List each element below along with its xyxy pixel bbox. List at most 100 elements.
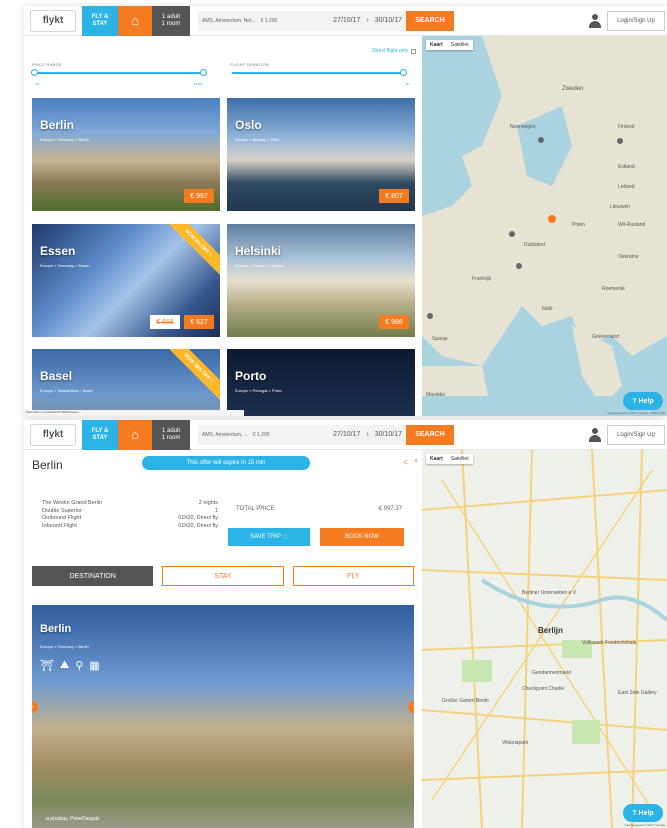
price-max-handle[interactable] — [200, 69, 207, 76]
detail-screen: flykt FLY & STAY ⌂ 1 adult 1 room AMS, Ams… — [24, 420, 667, 828]
budget-field[interactable]: € 1.200 — [261, 18, 278, 24]
card-city: Basel — [40, 369, 73, 383]
save-trip-button[interactable]: SAVE TRIP ♡ — [228, 528, 310, 546]
checkbox[interactable] — [411, 48, 416, 54]
close-icon[interactable]: × — [414, 458, 418, 465]
map-label: Polen — [572, 222, 585, 228]
map-label: Letland — [618, 184, 635, 190]
detail-tabs: DESTINATION STAY FLY — [32, 566, 414, 586]
map-label: East Side Gallery — [618, 690, 657, 696]
satellite-tab[interactable]: Satelliet — [447, 40, 473, 50]
duration-handle[interactable] — [400, 69, 407, 76]
fly-stay-tab[interactable]: FLY & STAY — [82, 6, 118, 36]
summary-row: The Westin Grand Berlin 2 nights — [42, 500, 218, 506]
logo[interactable]: flykt — [30, 423, 76, 446]
login-button[interactable]: Login/Sign Up — [607, 424, 665, 445]
map-tab[interactable]: Kaart — [426, 40, 447, 50]
search-button[interactable]: SEARCH — [406, 424, 454, 445]
search-bar[interactable]: AMS, Amsterdam, Net... € 1.200 27/10/17 ›… — [198, 10, 406, 31]
map-label: Noorwegen — [510, 124, 536, 130]
date-to[interactable]: 30/10/17 — [375, 431, 402, 438]
card-price: € 807 — [379, 189, 409, 203]
date-from[interactable]: 27/10/17 — [333, 17, 360, 24]
card-city: Helsinki — [235, 244, 282, 258]
direct-flight-toggle[interactable]: Direct flight only — [372, 48, 416, 54]
map-label: Marokko — [426, 392, 446, 398]
date-range[interactable]: 27/10/17 › 30/10/17 — [333, 17, 402, 24]
book-now-button[interactable]: BOOK NOW — [320, 528, 404, 546]
bottom-header: flykt FLY & STAY ⌂ 1 adult 1 room AMS, Ams… — [24, 420, 667, 450]
origin-field[interactable]: AMS, Amsterdam, ... — [202, 432, 248, 438]
filters-panel: Direct flight only PRICE RANGE €0 €1200 … — [24, 36, 422, 94]
map-label: Duitsland — [524, 242, 545, 248]
city-icon: ▦ — [89, 660, 100, 672]
map-label: Litouwen — [610, 204, 631, 210]
discount-ribbon: NOW 18% OFF ! — [164, 349, 220, 402]
map-type-tabs[interactable]: Kaart Satelliet — [426, 40, 473, 50]
berlin-map[interactable]: Kaart Satelliet Berliner Unterwelten e.V … — [422, 450, 667, 828]
destination-card-porto[interactable]: Porto Europe > Portugal > Porto — [227, 349, 415, 416]
map-type-tabs[interactable]: Kaart Satelliet — [426, 454, 473, 464]
destination-card-helsinki[interactable]: Helsinki Europe > Finland > Helsinki € 9… — [227, 224, 415, 337]
tab-destination[interactable]: DESTINATION — [32, 566, 154, 586]
price-min-handle[interactable] — [31, 69, 38, 76]
card-price: € 627 — [184, 315, 214, 329]
satellite-tab[interactable]: Satelliet — [447, 454, 473, 464]
card-city: Essen — [40, 244, 76, 258]
guests-selector[interactable]: 1 adult 1 room — [152, 6, 190, 36]
price-max: €1200 — [194, 82, 203, 86]
origin-field[interactable]: AMS, Amsterdam, Net... — [202, 18, 256, 24]
user-icon[interactable] — [589, 13, 601, 28]
tab-fly[interactable]: FLY — [292, 566, 414, 586]
hotel-tab[interactable]: ⌂ — [118, 420, 152, 450]
map-label: Volkspark Friedrichshain — [582, 640, 637, 646]
destination-card-berlin[interactable]: Berlin Europe > Germany > Berlin € 997 — [32, 98, 220, 211]
help-button[interactable]: ? Help — [623, 804, 663, 822]
flight-duration-label: FLIGHT DURATION — [230, 62, 269, 67]
chevron-right-icon: › — [366, 431, 369, 438]
summary-row: Double Superior 1 — [42, 507, 218, 514]
destination-card-oslo[interactable]: Oslo Europe > Norway > Oslo € 807 — [227, 98, 415, 211]
hotel-tab[interactable]: ⌂ — [118, 6, 152, 36]
help-button[interactable]: ? Help — [623, 392, 663, 410]
date-from[interactable]: 27/10/17 — [333, 431, 360, 438]
tab-stay[interactable]: STAY — [162, 566, 284, 586]
destination-card-essen[interactable]: Essen Europe > Germany > Essen NOW 6% OF… — [32, 224, 220, 337]
search-bar[interactable]: AMS, Amsterdam, ... € 1.200 27/10/17 › 30/… — [198, 424, 406, 445]
fly-stay-label: FLY & STAY — [91, 427, 109, 441]
search-button[interactable]: SEARCH — [406, 10, 454, 31]
destination-card-basel[interactable]: Basel Europe > Switzerland > Basel NOW 1… — [32, 349, 220, 416]
map-tab[interactable]: Kaart — [426, 454, 447, 464]
location-pin-icon: ⚲ — [75, 660, 84, 672]
discount-ribbon: NOW 6% OFF ! — [164, 224, 220, 277]
destination-hero-image: Berlin Europe > Germany > Berlin ⛩ ⛰ ⚲ ▦… — [32, 605, 414, 828]
date-range[interactable]: 27/10/17 › 30/10/17 — [333, 431, 402, 438]
hero-path: Europe > Germany > Berlin — [40, 644, 89, 649]
guests-selector[interactable]: 1 adult 1 room — [152, 420, 190, 450]
duration-slider[interactable] — [232, 72, 404, 74]
help-label: Help — [638, 397, 654, 405]
map-label: Viktoriapark — [502, 740, 529, 746]
trip-summary: The Westin Grand Berlin 2 nights Double S… — [42, 500, 218, 530]
map-label: Estland — [618, 164, 635, 170]
europe-map[interactable]: Kaart Satelliet Zweden Noorwegen Finland … — [422, 36, 667, 416]
login-button[interactable]: Login/Sign Up — [607, 10, 665, 31]
card-price: € 997 — [184, 189, 214, 203]
map-label: Frankrijk — [472, 276, 492, 282]
results-screen: flykt FLY & STAY ⌂ 1 adult 1 room AMS, Ams… — [24, 6, 667, 416]
map-label: Checkpoint Charlie — [522, 686, 565, 692]
fly-stay-tab[interactable]: FLY & STAY — [82, 420, 118, 450]
budget-field[interactable]: € 1.200 — [253, 432, 270, 438]
map-label: Berliner Unterwelten e.V — [522, 590, 577, 596]
next-arrow-icon[interactable]: › — [408, 701, 414, 713]
page-title: Berlin — [32, 458, 63, 472]
date-to[interactable]: 30/10/17 — [375, 17, 402, 24]
prev-arrow-icon[interactable]: ‹ — [32, 701, 38, 713]
map-streets — [422, 450, 667, 828]
user-icon[interactable] — [589, 427, 601, 442]
price-range-slider[interactable] — [34, 72, 204, 74]
price-range-label: PRICE RANGE — [32, 62, 62, 67]
share-icon[interactable]: < — [403, 458, 408, 467]
logo[interactable]: flykt — [30, 9, 76, 32]
guests-label: 1 adult 1 room — [161, 13, 181, 27]
